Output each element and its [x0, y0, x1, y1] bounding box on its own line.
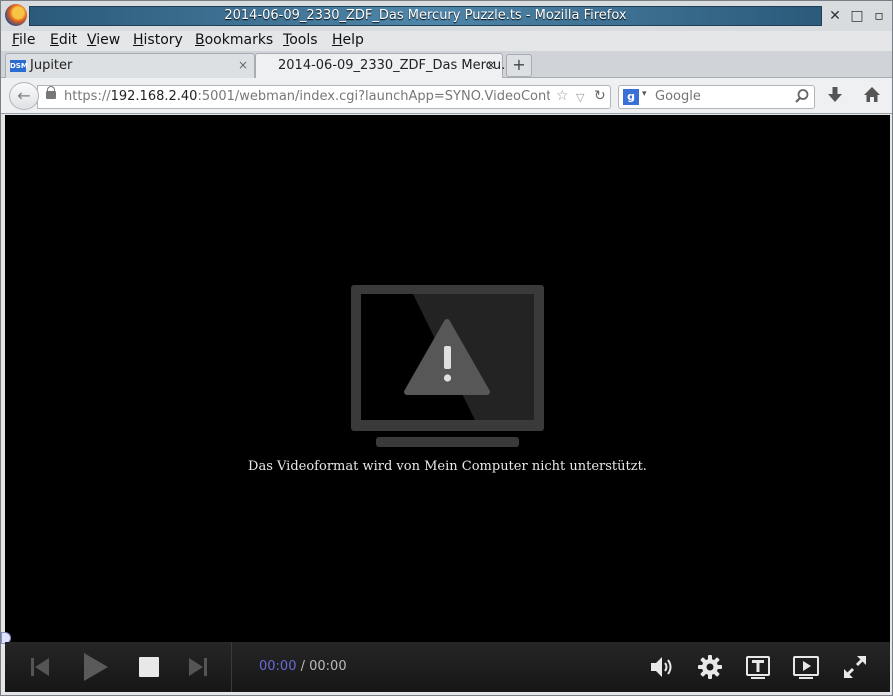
- minimize-window-icon[interactable]: ▫: [870, 7, 888, 25]
- firefox-logo-icon[interactable]: [5, 4, 27, 26]
- menu-view[interactable]: View: [87, 32, 120, 48]
- maximize-window-icon[interactable]: □: [848, 7, 866, 25]
- fullscreen-icon[interactable]: [842, 654, 868, 680]
- unsupported-format-monitor-icon: [351, 285, 544, 447]
- title-bar: 2014-06-09_2330_ZDF_Das Mercury Puzzle.t…: [1, 1, 892, 31]
- video-output-icon[interactable]: [793, 654, 819, 680]
- tab-bar: DSM Jupiter × 2014-06-09_2330_ZDF_Das Me…: [1, 51, 892, 79]
- menu-bookmarks[interactable]: Bookmarks: [195, 32, 273, 48]
- new-tab-button[interactable]: +: [506, 54, 532, 77]
- tab-close-icon[interactable]: ×: [238, 58, 248, 72]
- stop-icon[interactable]: [136, 654, 162, 680]
- tab-jupiter[interactable]: DSM Jupiter ×: [5, 53, 255, 78]
- player-controls: 00:00 / 00:00: [5, 642, 890, 692]
- search-icon[interactable]: [794, 88, 810, 108]
- tab-video[interactable]: 2014-06-09_2330_ZDF_Das Mercu... ×: [255, 53, 513, 79]
- search-bar[interactable]: g ▾: [618, 85, 815, 109]
- time-display: 00:00 / 00:00: [259, 659, 347, 674]
- close-window-icon[interactable]: ✕: [826, 7, 844, 25]
- next-icon[interactable]: [185, 654, 211, 680]
- url-text[interactable]: https://192.168.2.40:5001/webman/index.c…: [64, 89, 550, 104]
- back-button[interactable]: ←: [9, 82, 39, 110]
- tab-label: 2014-06-09_2330_ZDF_Das Mercu...: [278, 58, 514, 73]
- title-strip: 2014-06-09_2330_ZDF_Das Mercury Puzzle.t…: [29, 6, 822, 26]
- settings-gear-icon[interactable]: [697, 654, 723, 680]
- volume-icon[interactable]: [649, 654, 675, 680]
- firefox-window: 2014-06-09_2330_ZDF_Das Mercury Puzzle.t…: [0, 0, 893, 696]
- home-icon[interactable]: [863, 86, 881, 108]
- lock-icon[interactable]: [46, 86, 56, 99]
- menu-tools[interactable]: Tools: [283, 32, 318, 48]
- url-bar[interactable]: https://192.168.2.40:5001/webman/index.c…: [37, 85, 611, 109]
- current-time: 00:00: [259, 659, 297, 674]
- menu-bar: File Edit View History Bookmarks Tools H…: [1, 31, 892, 51]
- total-time: 00:00: [309, 659, 347, 674]
- reload-icon[interactable]: ↻: [594, 88, 606, 104]
- subtitles-icon[interactable]: [745, 654, 771, 680]
- error-message: Das Videoformat wird von Mein Computer n…: [248, 459, 647, 474]
- controls-divider: [231, 642, 232, 692]
- window-title: 2014-06-09_2330_ZDF_Das Mercury Puzzle.t…: [224, 8, 627, 23]
- tab-label: Jupiter: [30, 58, 73, 73]
- google-engine-icon[interactable]: g: [623, 89, 639, 105]
- navigation-bar: https://192.168.2.40:5001/webman/index.c…: [1, 78, 892, 114]
- menu-help[interactable]: Help: [332, 32, 364, 48]
- previous-icon[interactable]: [27, 654, 53, 680]
- tab-close-icon[interactable]: ×: [486, 58, 496, 72]
- engine-dropdown-icon[interactable]: ▾: [642, 89, 647, 99]
- menu-edit[interactable]: Edit: [50, 32, 77, 48]
- dsm-favicon-icon: DSM: [10, 60, 28, 72]
- menu-history[interactable]: History: [133, 32, 183, 48]
- video-area[interactable]: Das Videoformat wird von Mein Computer n…: [5, 115, 890, 642]
- play-icon[interactable]: [79, 651, 111, 683]
- url-history-dropdown-icon[interactable]: ▽: [576, 91, 584, 104]
- search-input[interactable]: [655, 89, 785, 104]
- bookmark-star-icon[interactable]: ☆: [556, 88, 569, 104]
- menu-file[interactable]: File: [12, 32, 35, 48]
- download-icon[interactable]: [827, 86, 843, 108]
